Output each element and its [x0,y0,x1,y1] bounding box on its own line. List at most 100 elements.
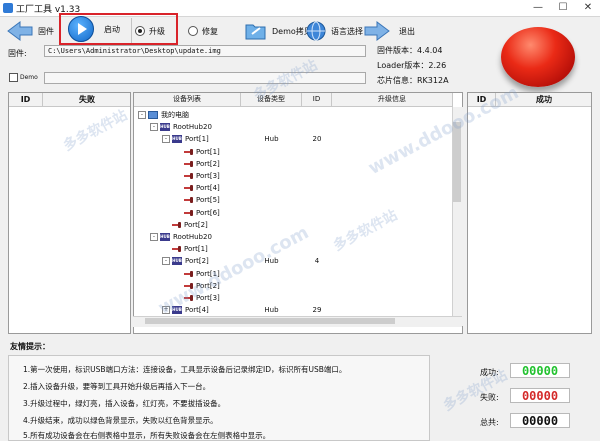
device-name: Port[1] [196,147,220,156]
device-name: Port[3] [196,172,220,180]
device-name: Port[6] [196,208,220,217]
success-table: ID 成功 [467,92,592,334]
collapse-icon[interactable]: - [162,257,170,266]
demo-copy-button[interactable]: Demo拷贝 [244,20,312,42]
tree-row[interactable]: Port[1] [174,146,220,158]
tree-row[interactable]: Port[3] [174,292,220,304]
device-name: Port[4] [185,306,209,315]
device-type-cell: Hub [264,257,279,266]
tree-row[interactable]: - HUB Port[2] [162,255,209,267]
device-type-cell [241,170,302,182]
firmware-path-field[interactable]: C:\Users\Administrator\Desktop\update.im… [44,45,366,57]
checkbox-icon [9,73,18,82]
device-name: Port[2] [184,220,208,229]
device-id-cell [302,292,332,304]
fail-table: ID 失败 [8,92,131,334]
tips-box: 1.第一次使用，标识USB端口方法：连接设备，工具显示设备后记录绑定ID，标识所… [8,355,430,441]
loader-version-value: 2.26 [428,61,447,70]
tree-row[interactable]: - HUB Port[1] [162,133,209,145]
device-id-header: ID [302,93,332,107]
device-type-cell [241,268,302,280]
device-type-cell [241,280,302,292]
vertical-scroll-thumb[interactable] [453,122,461,202]
computer-icon [148,111,158,119]
usb-port-icon [184,173,193,179]
tree-row[interactable]: - HUB RootHub20 [150,231,212,243]
demo-progress-field [44,72,366,84]
loader-version-info: Loader版本：2.26 [377,60,446,71]
close-button[interactable]: ✕ [576,0,600,16]
horizontal-scroll-thumb[interactable] [145,318,395,324]
tip-line: 4.升级结束，成功以绿色背景显示，失败以红色背景显示。 [23,416,218,425]
maximize-button[interactable]: ☐ [551,0,575,16]
device-id-cell: 20 [312,135,322,144]
tree-row[interactable]: Port[3] [174,170,220,182]
usb-port-icon [184,270,193,277]
tree-row[interactable]: Port[2] [162,219,208,231]
usb-port-icon [184,160,193,167]
usb-hub-icon: HUB [160,233,170,241]
exit-button[interactable]: 退出 [363,20,415,42]
device-id-cell [302,158,332,170]
usb-hub-icon: HUB [172,306,182,315]
tree-row[interactable]: + HUB Port[4] [162,304,209,316]
tree-row[interactable]: - HUB RootHub20 [150,121,212,133]
device-name: Port[5] [196,196,220,205]
tree-row[interactable]: Port[1] [174,268,220,280]
tree-row[interactable]: Port[1] [162,243,208,255]
device-name: RootHub20 [173,233,212,241]
tree-row[interactable]: Port[5] [174,194,220,206]
device-name: 我的电脑 [161,111,189,119]
device-type-cell [241,231,302,243]
expand-icon[interactable]: + [162,306,170,315]
tree-row[interactable]: - 我的电脑 [138,109,189,121]
device-id-cell [302,121,332,133]
big-red-button[interactable] [501,27,575,87]
usb-hub-icon: HUB [172,135,182,144]
language-label: 语言选择 [331,26,363,36]
device-type-cell [241,109,302,121]
usb-port-icon [184,185,193,192]
firmware-path-label: 固件: [8,49,27,58]
tree-row[interactable]: Port[4] [174,182,220,194]
fail-title-header: 失败 [43,93,130,107]
device-id-cell: 4 [314,257,320,266]
tips-title: 友情提示： [10,342,50,351]
collapse-icon[interactable]: - [138,111,146,119]
device-name: Port[1] [196,269,220,278]
collapse-icon[interactable]: - [150,233,158,241]
usb-hub-icon: HUB [160,123,170,132]
fail-count: 00000 [510,388,570,403]
device-type-cell [241,158,302,170]
demo-checkbox[interactable]: Demo [9,73,38,82]
fail-count-label: 失败: [480,393,499,402]
device-id-cell [302,109,332,121]
device-name: Port[1] [185,135,209,144]
usb-port-icon [184,209,193,216]
minimize-button[interactable]: — [526,0,550,16]
firmware-button[interactable]: 固件 [6,20,54,42]
device-type-cell [241,219,302,231]
device-list-header: 设备列表 [134,93,241,107]
chip-label: 芯片信息： [377,76,417,85]
device-id-cell [302,146,332,158]
success-id-header: ID [468,93,496,107]
collapse-icon[interactable]: - [162,135,170,144]
device-type-cell [241,207,302,219]
device-name: Port[2] [185,257,209,266]
tree-row[interactable]: Port[2] [174,158,220,170]
device-id-cell [302,268,332,280]
firmware-label: 固件 [38,26,54,36]
device-id-cell: 29 [312,306,322,315]
device-id-cell [302,170,332,182]
device-type-cell [241,243,302,255]
device-id-cell [302,280,332,292]
tree-row[interactable]: Port[6] [174,207,220,219]
device-name: Port[2] [196,281,220,290]
collapse-icon[interactable]: - [150,123,158,132]
language-button[interactable]: 语言选择 [305,20,363,42]
globe-icon [306,21,326,41]
device-type-cell [241,146,302,158]
tree-row[interactable]: Port[2] [174,280,220,292]
repair-radio[interactable]: 修复 [188,20,218,42]
